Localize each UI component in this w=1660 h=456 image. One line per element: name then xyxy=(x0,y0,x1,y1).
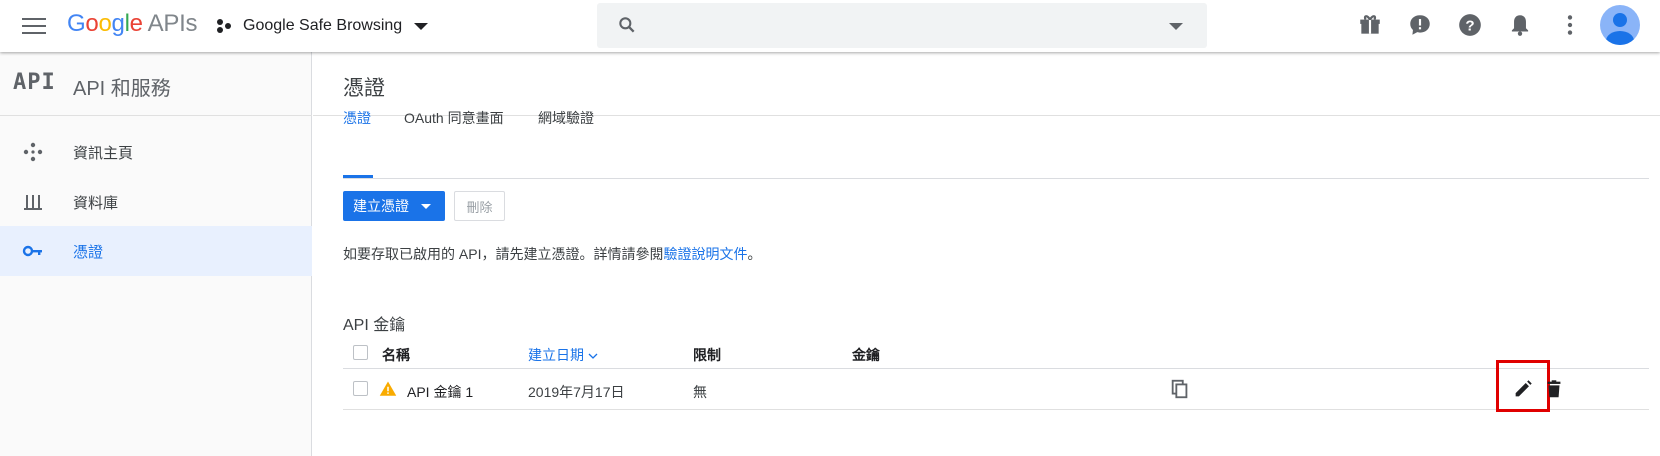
column-header-key: 金鑰 xyxy=(852,347,880,363)
tab-bar xyxy=(343,142,1649,179)
column-header-created[interactable]: 建立日期 xyxy=(528,345,598,365)
help-icon[interactable]: ? xyxy=(1457,12,1483,38)
svg-text:?: ? xyxy=(1465,17,1474,34)
chevron-down-icon xyxy=(414,22,429,30)
top-app-bar: Google APIs Google Safe Browsing ? xyxy=(0,0,1660,52)
api-logo: API xyxy=(13,70,56,95)
sort-chevron-icon xyxy=(588,353,598,359)
search-icon xyxy=(619,17,635,33)
sidebar-item-dashboard[interactable]: 資訊主頁 xyxy=(0,127,312,177)
tab-domain-verification[interactable]: 網域驗證 xyxy=(538,108,594,128)
key-name-link[interactable]: API 金鑰 1 xyxy=(407,382,473,402)
sidebar-title: API 和服務 xyxy=(73,78,171,100)
copy-icon[interactable] xyxy=(1169,378,1191,400)
create-credentials-label: 建立憑證 xyxy=(353,198,409,214)
chevron-down-icon xyxy=(421,203,431,209)
gift-icon[interactable] xyxy=(1357,12,1383,38)
column-header-name: 名稱 xyxy=(382,347,410,363)
table-row: API 金鑰 1 2019年7月17日 無 xyxy=(343,360,1649,412)
column-header-restriction: 限制 xyxy=(693,347,721,363)
header-divider xyxy=(313,115,1660,116)
section-title: API 金鑰 xyxy=(343,317,406,334)
info-text: 如要存取已啟用的 API，請先建立憑證。詳情請參閱驗證說明文件。 xyxy=(343,246,762,262)
sidebar-item-label: 資料庫 xyxy=(73,195,119,212)
search-input[interactable] xyxy=(597,3,1207,48)
library-icon xyxy=(24,195,42,210)
sidebar-item-label: 憑證 xyxy=(73,244,104,261)
auth-docs-link[interactable]: 驗證說明文件 xyxy=(663,246,747,262)
restriction-value: 無 xyxy=(693,384,707,400)
more-vert-icon[interactable] xyxy=(1557,12,1583,38)
account-avatar[interactable] xyxy=(1600,5,1640,45)
key-icon xyxy=(22,245,42,257)
sidebar-item-credentials[interactable]: 憑證 xyxy=(0,226,312,276)
brand-suffix: APIs xyxy=(147,10,198,37)
google-apis-logo[interactable]: Google APIs xyxy=(67,10,197,38)
main-content: 憑證 憑證 OAuth 同意畫面 網域驗證 建立憑證 刪除 如要存取已啟用的 A… xyxy=(313,52,1660,456)
notifications-icon[interactable] xyxy=(1507,12,1533,38)
page-title: 憑證 xyxy=(343,77,385,100)
dashboard-icon xyxy=(23,142,43,162)
project-selector[interactable]: Google Safe Browsing xyxy=(217,12,429,40)
delete-button[interactable]: 刪除 xyxy=(454,191,505,221)
select-all-checkbox[interactable] xyxy=(353,345,368,360)
search-dropdown-icon[interactable] xyxy=(1169,23,1183,30)
project-name: Google Safe Browsing xyxy=(243,17,403,34)
avatar-person-icon xyxy=(1606,13,1634,45)
project-icon xyxy=(217,17,235,35)
delete-trash-icon[interactable] xyxy=(1543,378,1565,400)
sidebar-item-library[interactable]: 資料庫 xyxy=(0,177,312,227)
sidebar-item-label: 資訊主頁 xyxy=(73,145,134,162)
hamburger-menu-icon[interactable] xyxy=(22,15,46,35)
warning-icon xyxy=(379,381,397,396)
created-date: 2019年7月17日 xyxy=(528,384,625,400)
table-header: 名稱 建立日期 限制 金鑰 xyxy=(343,342,1649,369)
feedback-icon[interactable] xyxy=(1407,12,1433,38)
sidebar-header: API API 和服務 xyxy=(0,52,312,116)
edit-pencil-icon[interactable] xyxy=(1512,378,1534,400)
tab-credentials[interactable]: 憑證 xyxy=(343,108,371,128)
row-checkbox[interactable] xyxy=(353,381,368,396)
tab-oauth-consent[interactable]: OAuth 同意畫面 xyxy=(404,108,504,128)
active-tab-indicator xyxy=(343,175,373,178)
sidebar: API API 和服務 資訊主頁 資料庫 憑證 xyxy=(0,52,312,456)
create-credentials-button[interactable]: 建立憑證 xyxy=(343,191,445,221)
